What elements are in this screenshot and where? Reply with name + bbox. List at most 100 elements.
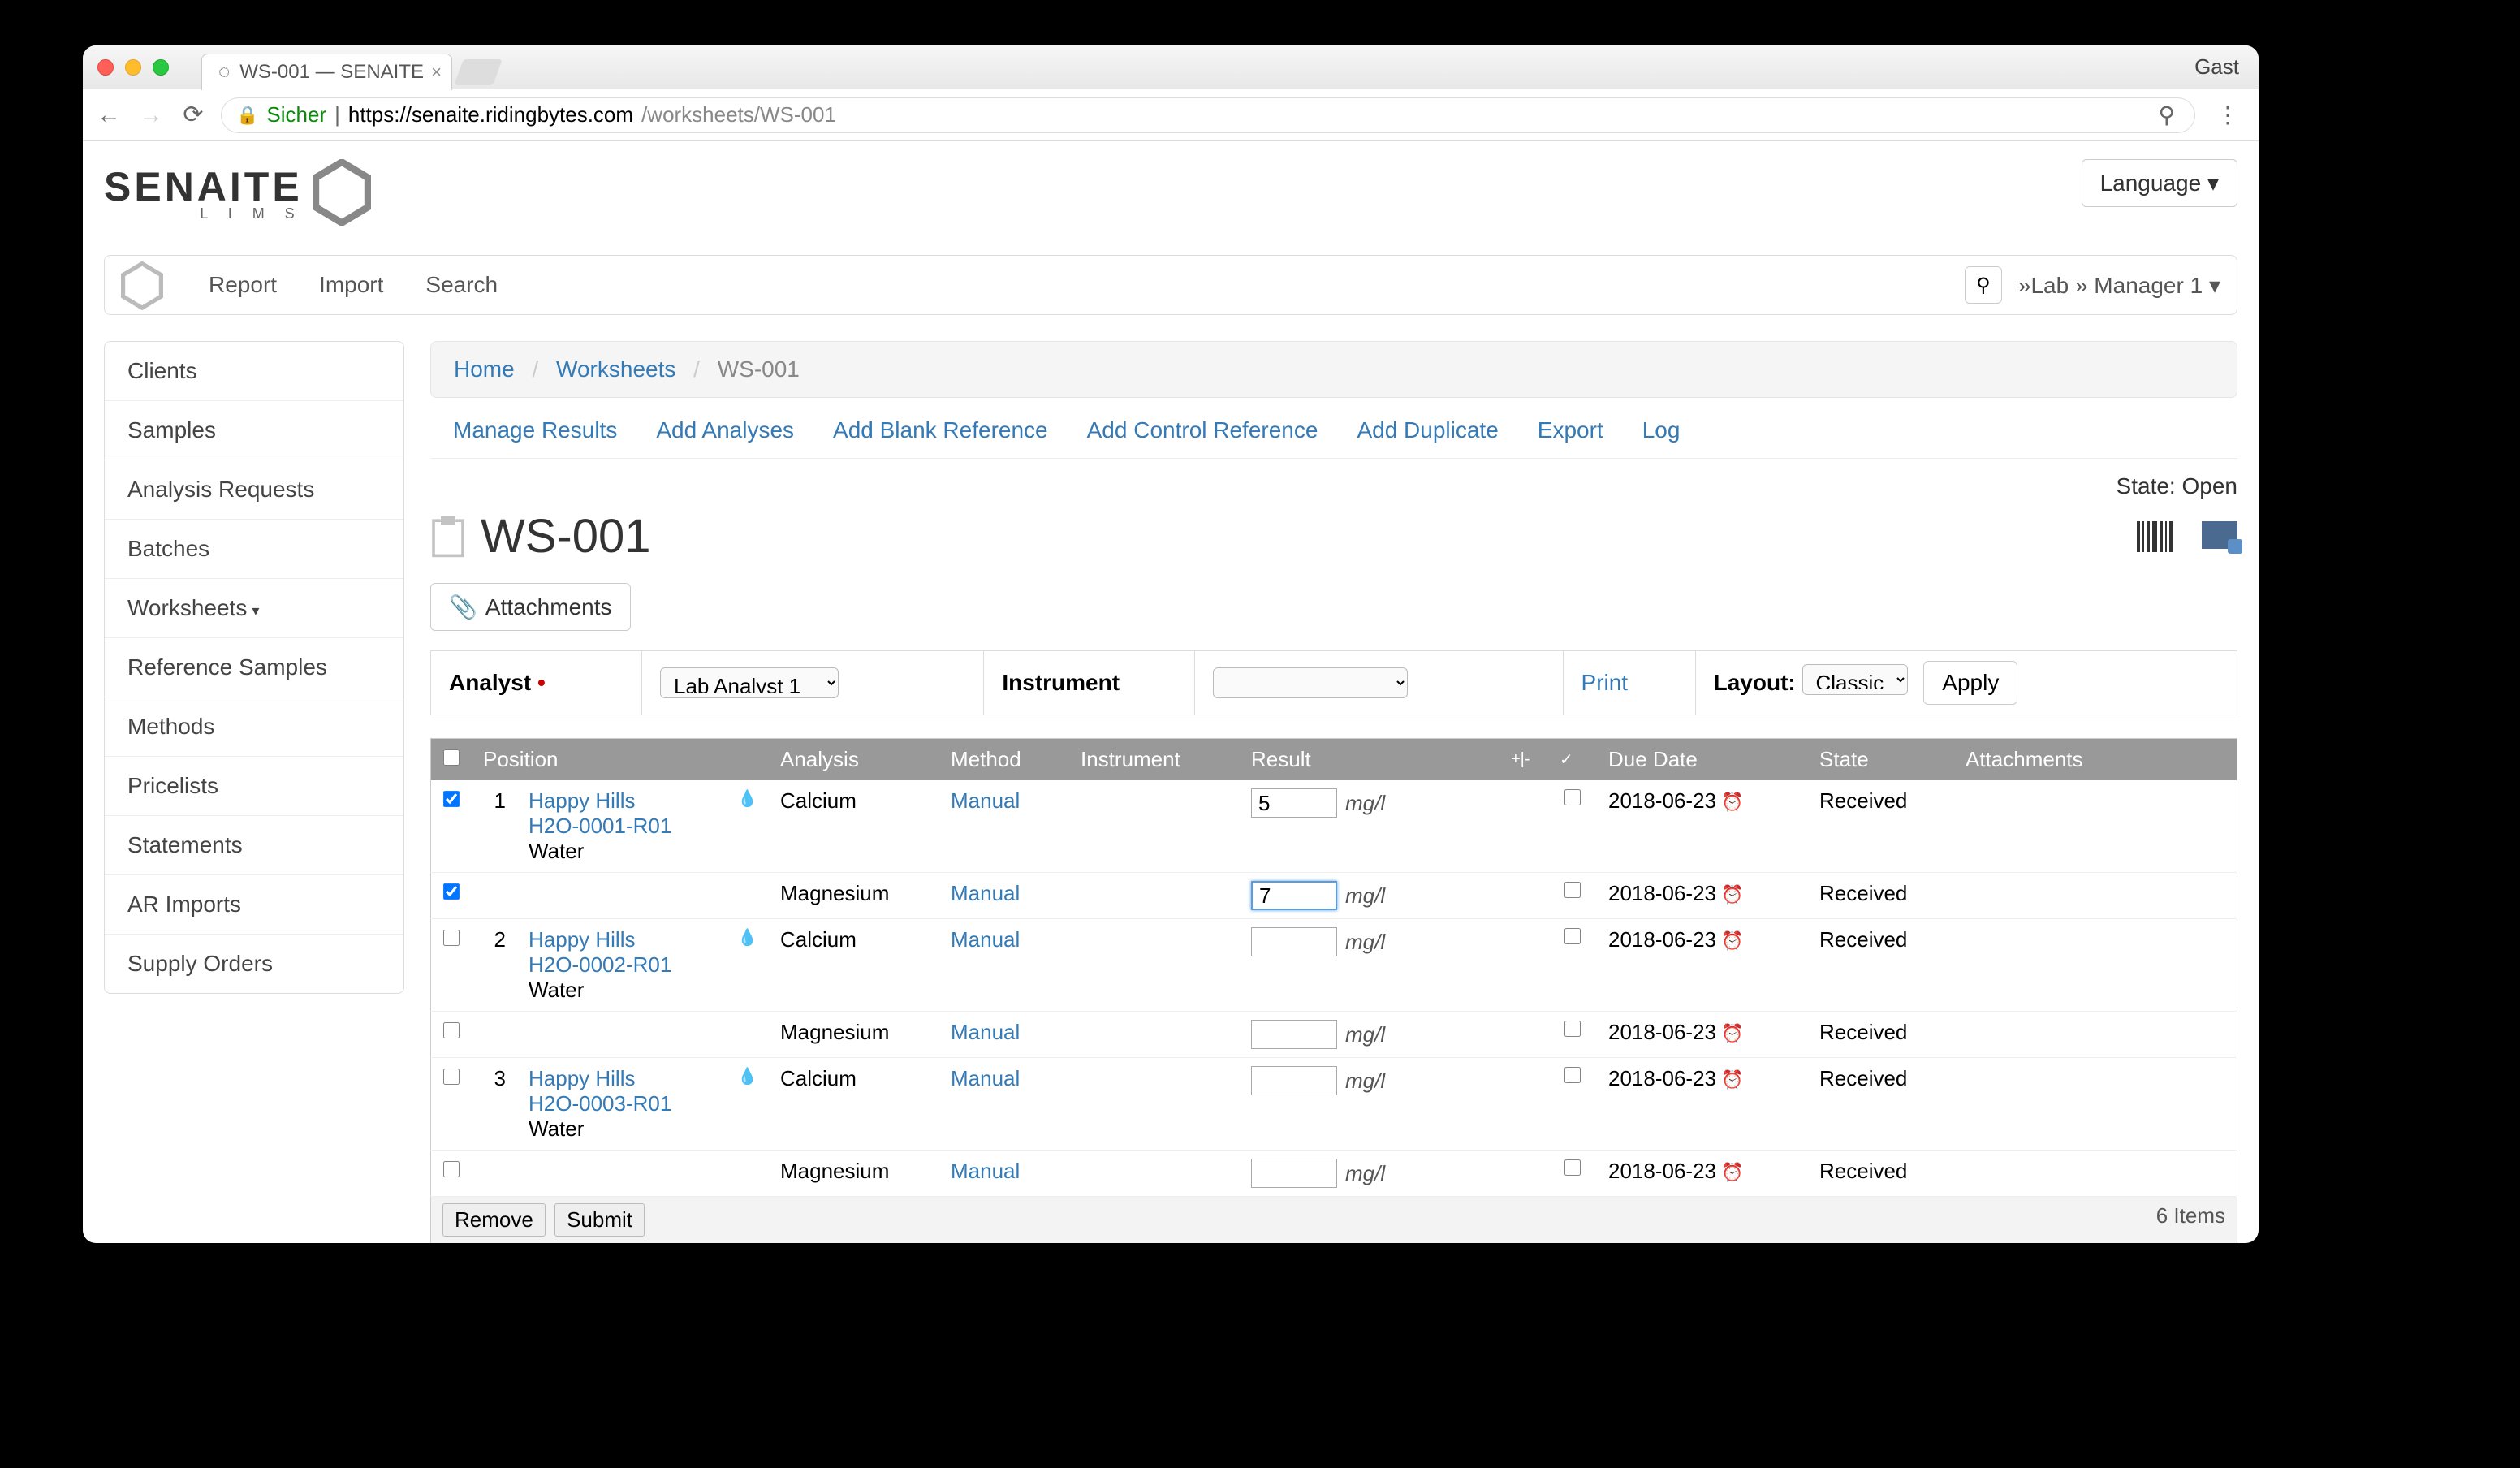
maximize-window-button[interactable] bbox=[153, 59, 169, 76]
row-checkbox[interactable] bbox=[443, 1069, 460, 1085]
method-link[interactable]: Manual bbox=[951, 1066, 1020, 1090]
result-input[interactable] bbox=[1251, 927, 1337, 956]
tab-add-control-reference[interactable]: Add Control Reference bbox=[1087, 417, 1318, 443]
sidebar-item-clients[interactable]: Clients bbox=[105, 342, 403, 401]
col-tick[interactable]: ✓ bbox=[1548, 739, 1597, 781]
sidebar-item-statements[interactable]: Statements bbox=[105, 816, 403, 875]
col-due[interactable]: Due Date bbox=[1597, 739, 1808, 781]
barcode-icon[interactable] bbox=[2137, 521, 2173, 552]
sidebar-item-reference-samples[interactable]: Reference Samples bbox=[105, 638, 403, 697]
label-print-icon[interactable] bbox=[2202, 521, 2237, 549]
tab-add-analyses[interactable]: Add Analyses bbox=[656, 417, 794, 443]
sidebar-item-samples[interactable]: Samples bbox=[105, 401, 403, 460]
sidebar-item-ar-imports[interactable]: AR Imports bbox=[105, 875, 403, 935]
breadcrumb-worksheets[interactable]: Worksheets bbox=[556, 356, 675, 382]
tab-manage-results[interactable]: Manage Results bbox=[453, 417, 617, 443]
col-attachments[interactable]: Attachments bbox=[1954, 739, 2237, 781]
new-tab-button[interactable] bbox=[454, 59, 503, 85]
method-link[interactable]: Manual bbox=[951, 927, 1020, 952]
col-shift[interactable]: +|- bbox=[1499, 739, 1548, 781]
sample-id-link[interactable]: H2O-0002-R01 bbox=[529, 952, 757, 978]
apply-button[interactable]: Apply bbox=[1923, 661, 2017, 705]
select-all-checkbox[interactable] bbox=[443, 749, 460, 766]
result-input[interactable] bbox=[1251, 1066, 1337, 1095]
sidebar-item-methods[interactable]: Methods bbox=[105, 697, 403, 757]
layout-select[interactable]: Classic bbox=[1802, 664, 1908, 695]
address-bar[interactable]: 🔒 Sicher | https://senaite.ridingbytes.c… bbox=[221, 97, 2195, 133]
result-input[interactable] bbox=[1251, 1020, 1337, 1049]
remove-button[interactable]: Remove bbox=[442, 1203, 546, 1237]
close-tab-icon[interactable]: × bbox=[431, 62, 442, 83]
method-link[interactable]: Manual bbox=[951, 881, 1020, 905]
sidebar-item-pricelists[interactable]: Pricelists bbox=[105, 757, 403, 816]
sidebar-item-analysis-requests[interactable]: Analysis Requests bbox=[105, 460, 403, 520]
close-window-button[interactable] bbox=[97, 59, 114, 76]
user-menu[interactable]: »Lab » Manager 1 ▾ bbox=[2018, 272, 2220, 299]
row-checkbox[interactable] bbox=[443, 1022, 460, 1038]
print-link[interactable]: Print bbox=[1581, 670, 1629, 695]
client-link[interactable]: Happy Hills bbox=[529, 788, 636, 813]
row-checkbox[interactable] bbox=[443, 791, 460, 807]
result-input[interactable] bbox=[1251, 1159, 1337, 1188]
shift-cell bbox=[1499, 1151, 1548, 1197]
sidebar-item-worksheets[interactable]: Worksheets▾ bbox=[105, 579, 403, 638]
tab-add-blank-reference[interactable]: Add Blank Reference bbox=[833, 417, 1048, 443]
tab-add-duplicate[interactable]: Add Duplicate bbox=[1357, 417, 1498, 443]
sample-id-link[interactable]: H2O-0003-R01 bbox=[529, 1091, 757, 1116]
table-row: MagnesiumManualmg/l2018-06-23⏰Received bbox=[431, 1012, 2237, 1058]
result-input[interactable] bbox=[1251, 788, 1337, 818]
window-titlebar: ◌ WS-001 — SENAITE × Gast bbox=[83, 45, 2259, 89]
tab-log[interactable]: Log bbox=[1642, 417, 1681, 443]
breadcrumb: Home / Worksheets / WS-001 bbox=[430, 341, 2237, 398]
senaite-logo[interactable]: SENAITE L I M S bbox=[104, 159, 371, 226]
search-button[interactable]: ⚲ bbox=[1965, 266, 2002, 304]
shift-cell bbox=[1499, 1058, 1548, 1151]
row-checkbox[interactable] bbox=[443, 930, 460, 946]
back-button[interactable]: ← bbox=[94, 101, 123, 130]
col-method[interactable]: Method bbox=[939, 739, 1069, 781]
col-state[interactable]: State bbox=[1808, 739, 1954, 781]
verify-checkbox[interactable] bbox=[1564, 928, 1581, 944]
nav-import[interactable]: Import bbox=[298, 272, 404, 298]
browser-profile[interactable]: Gast bbox=[2194, 54, 2239, 80]
method-link[interactable]: Manual bbox=[951, 1020, 1020, 1044]
client-link[interactable]: Happy Hills bbox=[529, 927, 636, 952]
lock-icon: 🔒 bbox=[236, 105, 258, 126]
sample-id-link[interactable]: H2O-0001-R01 bbox=[529, 814, 757, 839]
row-position: 2 bbox=[472, 919, 517, 1012]
method-link[interactable]: Manual bbox=[951, 1159, 1020, 1183]
col-analysis[interactable]: Analysis bbox=[769, 739, 939, 781]
result-input[interactable] bbox=[1251, 881, 1337, 910]
tab-export[interactable]: Export bbox=[1538, 417, 1603, 443]
attachments-button[interactable]: 📎 Attachments bbox=[430, 583, 631, 631]
verify-checkbox[interactable] bbox=[1564, 1159, 1581, 1176]
submit-button[interactable]: Submit bbox=[554, 1203, 645, 1237]
col-position[interactable]: Position bbox=[472, 739, 769, 781]
instrument-label: Instrument bbox=[984, 651, 1195, 715]
nav-report[interactable]: Report bbox=[188, 272, 298, 298]
col-result[interactable]: Result bbox=[1240, 739, 1499, 781]
client-link[interactable]: Happy Hills bbox=[529, 1066, 636, 1090]
nav-hexagon-icon[interactable] bbox=[121, 261, 163, 309]
row-checkbox[interactable] bbox=[443, 883, 460, 900]
nav-search[interactable]: Search bbox=[404, 272, 519, 298]
sidebar-item-batches[interactable]: Batches bbox=[105, 520, 403, 579]
search-in-page-icon[interactable]: ⚲ bbox=[2158, 101, 2180, 128]
breadcrumb-home[interactable]: Home bbox=[454, 356, 515, 382]
analyst-select[interactable]: Lab Analyst 1 bbox=[660, 667, 839, 698]
language-button[interactable]: Language ▾ bbox=[2082, 159, 2237, 207]
reload-button[interactable]: ⟳ bbox=[179, 101, 208, 130]
browser-tab[interactable]: ◌ WS-001 — SENAITE × bbox=[201, 54, 452, 90]
water-drop-icon: 💧 bbox=[737, 788, 757, 809]
sidebar-item-supply-orders[interactable]: Supply Orders bbox=[105, 935, 403, 993]
verify-checkbox[interactable] bbox=[1564, 1067, 1581, 1083]
verify-checkbox[interactable] bbox=[1564, 789, 1581, 805]
col-instrument[interactable]: Instrument bbox=[1069, 739, 1240, 781]
minimize-window-button[interactable] bbox=[125, 59, 141, 76]
verify-checkbox[interactable] bbox=[1564, 882, 1581, 898]
browser-menu-icon[interactable]: ⋮ bbox=[2208, 101, 2247, 128]
method-link[interactable]: Manual bbox=[951, 788, 1020, 813]
verify-checkbox[interactable] bbox=[1564, 1021, 1581, 1037]
row-checkbox[interactable] bbox=[443, 1161, 460, 1177]
instrument-select[interactable] bbox=[1213, 667, 1408, 698]
